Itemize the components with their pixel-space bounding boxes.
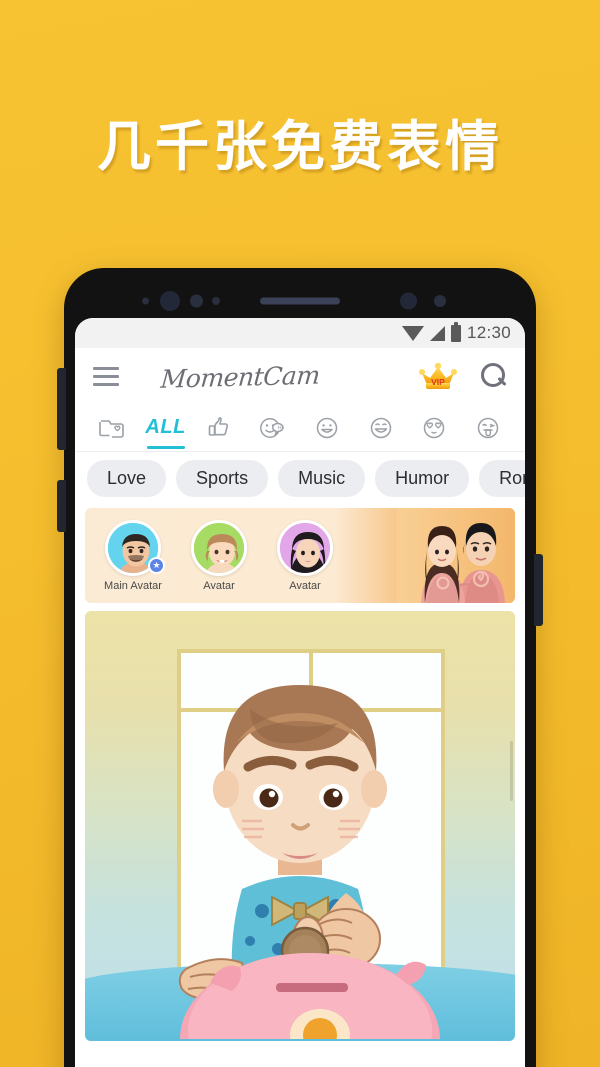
power-button[interactable] (57, 480, 66, 532)
secondary-camera-icon (400, 292, 417, 310)
tab-favorites[interactable] (85, 404, 139, 451)
avatar-item-main[interactable]: ★ Main Avatar (95, 519, 171, 592)
category-chip-music[interactable]: Music (278, 459, 366, 497)
phone-mockup: 12:30 MomentCam VIP ALL Hi Love Sports M… (57, 268, 543, 1067)
category-chip-romance[interactable]: Rom (479, 459, 525, 497)
search-icon[interactable] (481, 363, 507, 389)
avatar-label-2: Avatar (203, 579, 235, 592)
wifi-icon (401, 325, 424, 341)
app-bar: MomentCam VIP (75, 348, 525, 404)
laughing-face-icon (370, 417, 391, 438)
tab-thumbs-up[interactable] (193, 404, 247, 451)
avatar-strip: ★ Main Avatar Avatar Avatar (85, 508, 515, 603)
thumbs-up-icon (209, 416, 229, 436)
avatar-label-3: Avatar (289, 579, 321, 592)
sensor-dot-icon (142, 297, 149, 305)
status-bar: 12:30 (75, 318, 525, 348)
signal-icon (429, 325, 445, 341)
svg-text:VIP: VIP (431, 377, 445, 387)
earpiece-speaker (260, 297, 340, 305)
scrollbar-thumb[interactable] (510, 741, 513, 801)
sensor-dot-secondary-icon (434, 295, 446, 307)
heart-eyes-face-icon (424, 417, 445, 438)
phone-sensor-array (64, 291, 536, 311)
category-chip-love[interactable]: Love (87, 459, 167, 497)
front-camera-icon (160, 291, 180, 311)
app-logo: MomentCam (159, 360, 321, 394)
tab-all[interactable]: ALL (139, 404, 193, 451)
talking-face-icon: Hi (260, 417, 284, 438)
status-bar-clock: 12:30 (466, 323, 511, 342)
avatar-label-main: Main Avatar (104, 579, 162, 592)
tab-laughing-face[interactable] (354, 404, 408, 451)
light-sensor-icon (212, 297, 220, 305)
folder-heart-icon (99, 419, 124, 438)
phone-screen: 12:30 MomentCam VIP ALL Hi Love Sports M… (75, 318, 525, 1067)
avatar-image-3 (277, 519, 333, 576)
avatar-image-2 (191, 519, 247, 576)
side-button-right[interactable] (534, 554, 543, 626)
tab-smiling-face[interactable] (300, 404, 354, 451)
sticker-preview-card[interactable] (85, 611, 515, 1041)
page-title: 几千张免费表情 (97, 115, 503, 178)
emoji-tab-row: ALL Hi (75, 404, 525, 452)
tongue-out-face-icon (477, 417, 499, 438)
battery-icon (450, 321, 461, 342)
smiling-face-icon (316, 417, 338, 438)
proximity-sensor-icon (190, 294, 203, 308)
category-chip-humor[interactable]: Humor (375, 459, 470, 497)
svg-text:Hi: Hi (278, 425, 283, 431)
boy-piggy-bank-illustration (178, 685, 440, 1039)
volume-button[interactable] (57, 368, 66, 450)
couple-avatar-illustration[interactable] (397, 508, 515, 603)
main-avatar-star-badge-icon: ★ (148, 556, 165, 574)
vip-crown-icon[interactable]: VIP (417, 361, 459, 391)
category-chip-row[interactable]: Love Sports Music Humor Rom (75, 452, 525, 504)
tab-talking-face[interactable]: Hi (246, 404, 300, 451)
tab-all-label: ALL (145, 416, 186, 438)
tab-heart-eyes-face[interactable] (408, 404, 462, 451)
avatar-item-2[interactable]: Avatar (181, 519, 257, 592)
tab-tongue-out-face[interactable] (461, 404, 515, 451)
category-chip-sports[interactable]: Sports (176, 459, 269, 497)
hamburger-menu-icon[interactable] (93, 366, 119, 386)
avatar-item-3[interactable]: Avatar (267, 519, 343, 592)
